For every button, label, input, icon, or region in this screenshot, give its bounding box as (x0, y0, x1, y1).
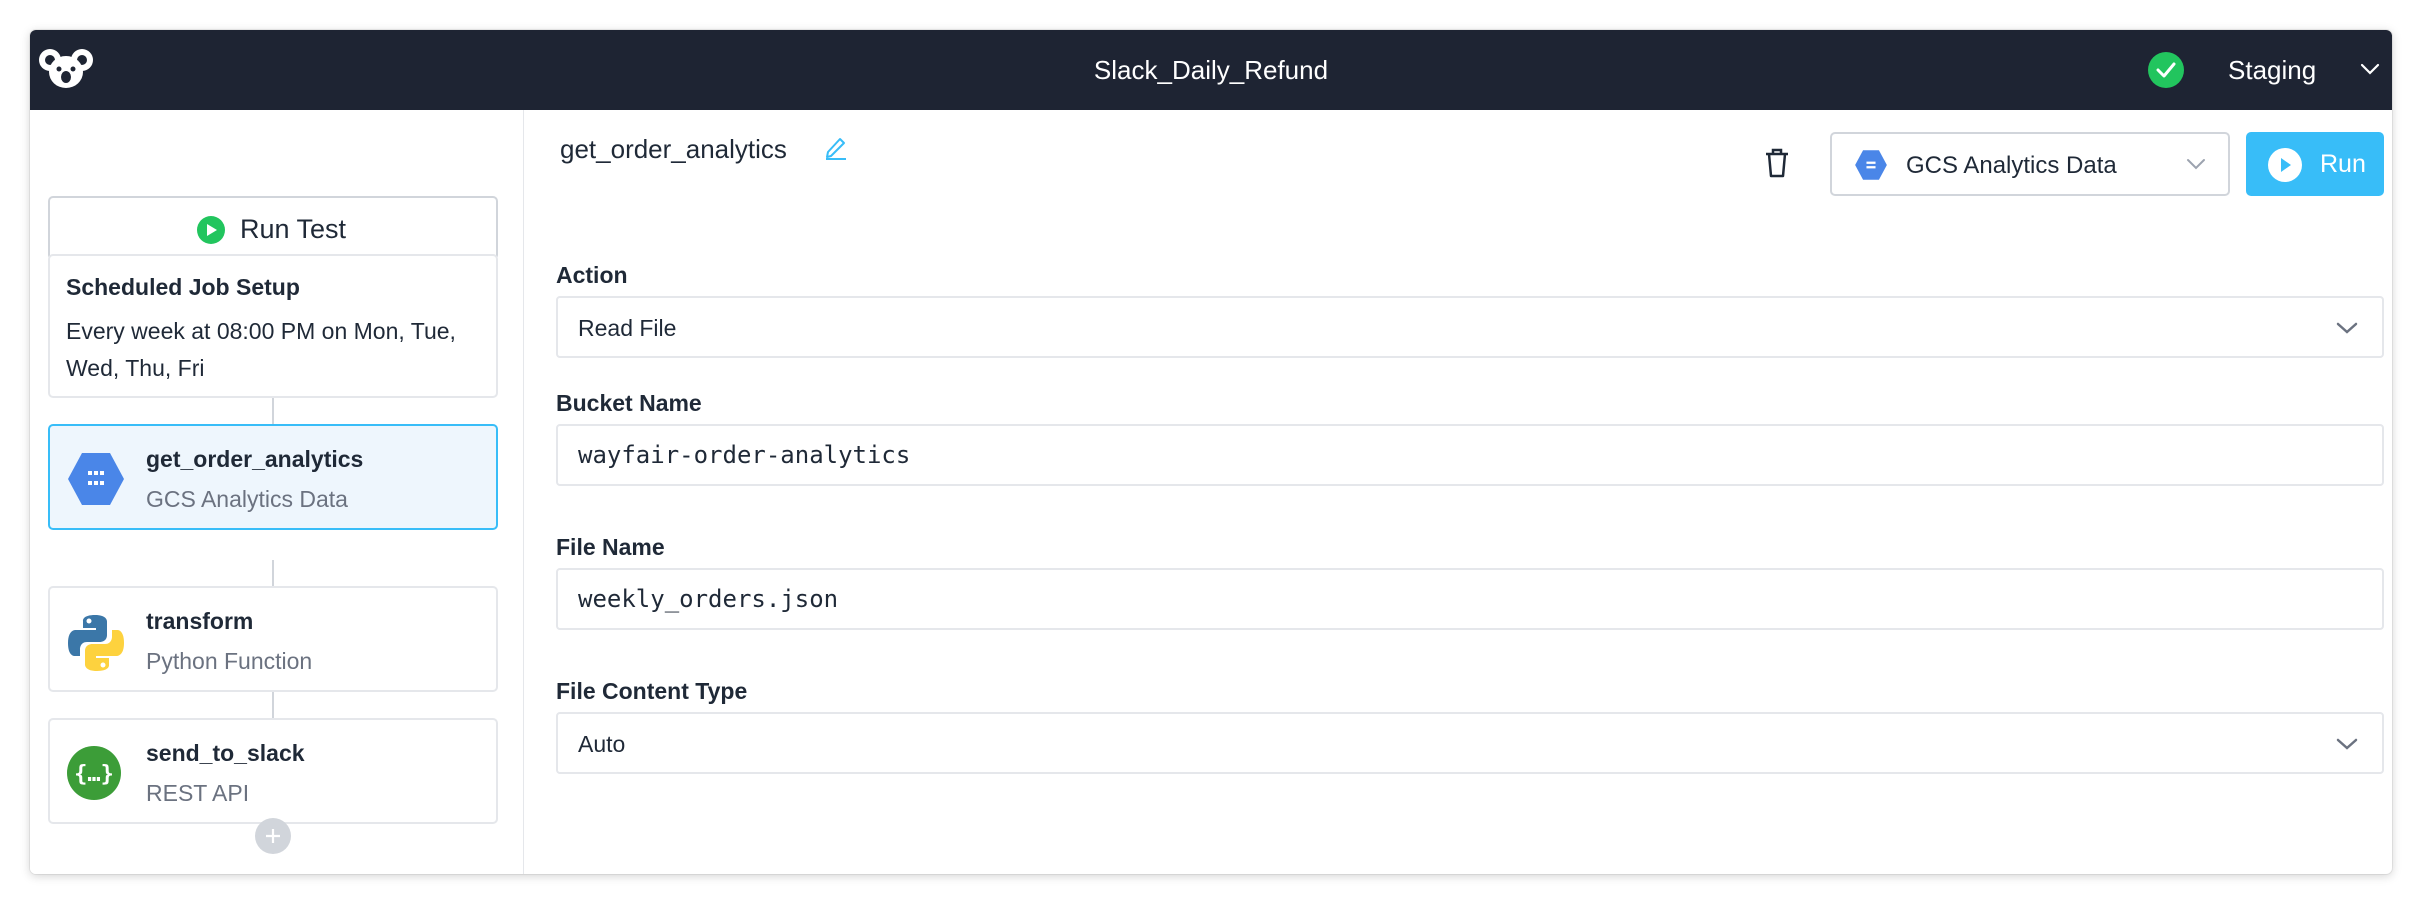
rest-api-icon: {…} (66, 745, 126, 801)
python-icon (66, 613, 126, 671)
run-button[interactable]: Run (2246, 132, 2384, 196)
file-content-type-label: File Content Type (556, 678, 748, 704)
scheduled-job-card[interactable]: Scheduled Job Setup Every week at 08:00 … (48, 254, 498, 398)
connector-label: GCS Analytics Data (1906, 152, 2117, 179)
bucket-name-label: Bucket Name (556, 390, 702, 416)
action-select[interactable]: Read File (556, 296, 2384, 358)
step-name: get_order_analytics (146, 446, 364, 472)
play-icon (2268, 148, 2302, 182)
check-circle-icon (2148, 52, 2184, 88)
step-type: GCS Analytics Data (146, 486, 348, 512)
file-name-input[interactable]: weekly_orders.json (556, 568, 2384, 630)
step-card-transform[interactable]: transform Python Function (48, 586, 498, 692)
action-value: Read File (578, 315, 677, 341)
chevron-down-icon (2187, 159, 2205, 170)
step-title: get_order_analytics (560, 134, 787, 164)
chevron-down-icon (2336, 322, 2358, 334)
schedule-description: Every week at 08:00 PM on Mon, Tue, Wed,… (66, 318, 456, 381)
chevron-down-icon (2360, 63, 2380, 75)
trash-icon[interactable] (1764, 148, 1790, 183)
step-card-send-to-slack[interactable]: {…} send_to_slack REST API (48, 718, 498, 824)
step-connector (272, 692, 274, 718)
pencil-icon[interactable] (824, 134, 848, 165)
top-bar: Slack_Daily_Refund Staging (30, 30, 2392, 110)
step-type: REST API (146, 780, 250, 806)
file-name-value: weekly_orders.json (578, 585, 839, 613)
step-name: transform (146, 608, 254, 634)
run-test-button[interactable]: Run Test (48, 196, 498, 260)
schedule-title: Scheduled Job Setup (66, 274, 300, 300)
step-name: send_to_slack (146, 740, 305, 766)
step-card-get-order-analytics[interactable]: get_order_analytics GCS Analytics Data (48, 424, 498, 530)
play-icon (197, 216, 225, 244)
gcs-icon (1855, 150, 1887, 180)
file-content-type-select[interactable]: Auto (556, 712, 2384, 774)
action-label: Action (556, 262, 628, 288)
chevron-down-icon (2336, 738, 2358, 750)
run-label: Run (2320, 150, 2366, 178)
add-step-button[interactable] (255, 818, 291, 854)
environment-label: Staging (2228, 55, 2317, 85)
bucket-name-value: wayfair-order-analytics (578, 441, 911, 469)
step-type: Python Function (146, 648, 313, 674)
app-window: Slack_Daily_Refund Staging Run Test Sche… (30, 30, 2392, 874)
file-content-type-value: Auto (578, 731, 626, 757)
environment-select[interactable]: Staging (2206, 48, 2380, 92)
app-title: Slack_Daily_Refund (1093, 55, 1329, 85)
bucket-name-input[interactable]: wayfair-order-analytics (556, 424, 2384, 486)
step-config-panel: get_order_analytics GCS Analytics Data R… (524, 110, 2392, 874)
step-connector (272, 560, 274, 586)
svg-text:{…}: {…} (74, 762, 114, 787)
connector-select[interactable]: GCS Analytics Data (1830, 132, 2230, 196)
run-test-label: Run Test (240, 214, 347, 244)
plus-icon (266, 829, 280, 843)
gcs-icon (66, 451, 126, 507)
file-name-label: File Name (556, 534, 665, 560)
